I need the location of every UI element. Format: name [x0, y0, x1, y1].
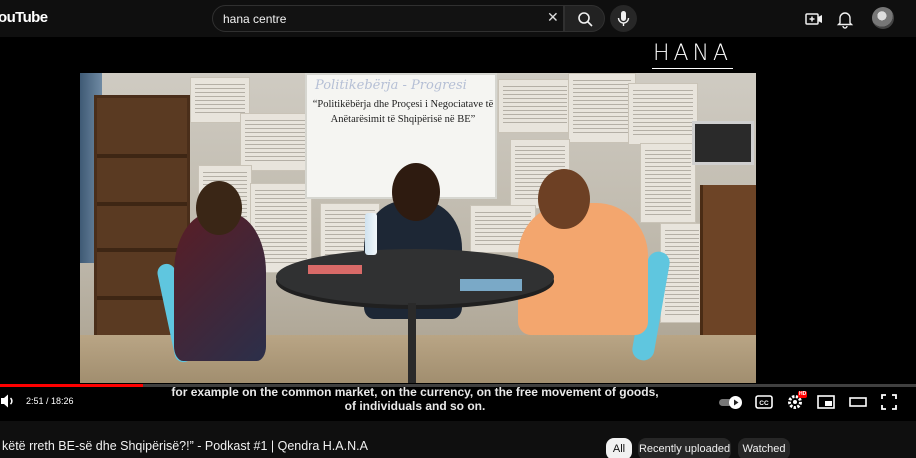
newspaper-clipping — [240, 113, 310, 171]
masthead: ouTube hana centre ✕ — [0, 0, 916, 37]
search-input[interactable]: hana centre ✕ — [212, 5, 564, 32]
search-icon — [578, 12, 593, 27]
voice-search-button[interactable] — [610, 5, 637, 32]
close-icon[interactable]: ✕ — [547, 9, 559, 26]
autoplay-toggle[interactable] — [719, 396, 743, 409]
fullscreen-button[interactable] — [879, 392, 899, 412]
video-frame[interactable]: Politikebërja - Progresi “Politikëbërja … — [80, 73, 756, 383]
brand-logo-text: HANA — [652, 41, 733, 66]
guest-left-head — [196, 181, 242, 235]
captions-button[interactable]: CC — [754, 394, 774, 410]
svg-text:CC: CC — [759, 400, 769, 407]
bell-icon — [836, 12, 854, 29]
table-leg — [408, 303, 416, 383]
notebook — [460, 279, 522, 291]
newspaper-clipping — [568, 73, 636, 143]
chip-watched[interactable]: Watched — [738, 438, 790, 458]
notifications-button[interactable] — [834, 8, 856, 30]
caption-line: of individuals and so on. — [344, 399, 486, 413]
chip-all[interactable]: All — [606, 438, 632, 458]
guest-left — [174, 213, 266, 361]
time-display: 2:51 / 18:26 — [26, 396, 74, 406]
captions: for example on the common market, on the… — [150, 385, 680, 413]
theater-icon — [849, 397, 867, 407]
fullscreen-icon — [881, 394, 897, 410]
shelf-board — [97, 248, 187, 252]
chip-recently-uploaded[interactable]: Recently uploaded — [638, 438, 731, 458]
volume-icon — [1, 394, 13, 408]
search-query-text: hana centre — [223, 12, 287, 26]
progress-played — [0, 384, 143, 387]
whiteboard-quote: “Politikëbërja dhe Proçesi i Negociatave… — [312, 99, 494, 125]
guest-right-head — [538, 169, 590, 229]
play-icon — [729, 396, 742, 409]
video-title: këtë rreth BE-së dhe Shqipërisë?!” - Pod… — [2, 439, 368, 453]
settings-button[interactable]: HD — [786, 391, 808, 411]
cc-icon: CC — [755, 395, 773, 409]
host-center-head — [392, 163, 440, 221]
round-table — [276, 249, 554, 305]
miniplayer-icon — [817, 395, 835, 409]
theater-mode-button[interactable] — [848, 394, 868, 410]
whiteboard-handwriting: Politikebërja - Progresi — [315, 78, 467, 93]
computer-monitor — [692, 121, 754, 165]
shelf-board — [97, 202, 187, 206]
newspaper-clipping — [498, 79, 572, 133]
notebook — [308, 265, 362, 274]
channel-watermark: HANA — [650, 41, 735, 73]
microphone-icon — [617, 11, 630, 26]
newspaper-clipping — [640, 143, 696, 223]
caption-line: for example on the common market, on the… — [171, 385, 659, 399]
mute-button[interactable] — [0, 393, 18, 409]
video-player[interactable]: HANA Politikebërja - Progresi “Politikëb… — [0, 37, 916, 421]
avatar[interactable] — [872, 7, 894, 29]
search-button[interactable] — [564, 5, 605, 32]
shelf-board — [97, 154, 187, 158]
miniplayer-button[interactable] — [816, 394, 836, 410]
create-button[interactable] — [803, 8, 825, 30]
hd-badge: HD — [798, 391, 808, 398]
create-video-icon — [805, 13, 822, 25]
youtube-logo[interactable]: ouTube — [0, 9, 48, 26]
newspaper-clipping — [628, 83, 698, 145]
brand-underline — [652, 68, 733, 69]
water-bottle — [365, 213, 377, 255]
